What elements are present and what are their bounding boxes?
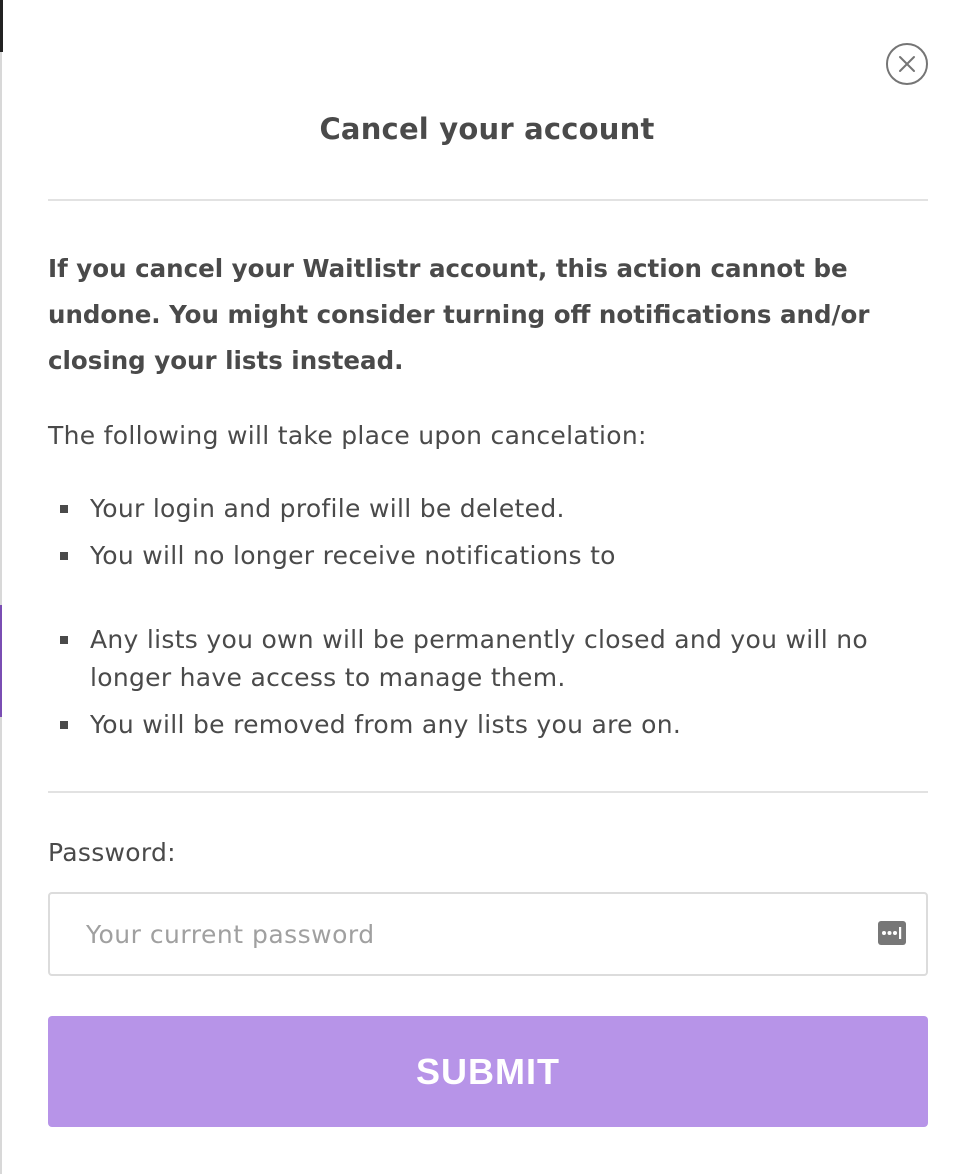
list-item-text: Your login and profile will be deleted.	[90, 494, 565, 523]
list-item-text: You will be removed from any lists you a…	[90, 710, 682, 739]
list-item: Any lists you own will be permanently cl…	[48, 621, 914, 697]
password-manager-icon[interactable]	[878, 919, 906, 947]
warning-text: If you cancel your Waitlistr account, th…	[48, 254, 870, 375]
bullet-icon	[60, 721, 68, 729]
close-icon	[899, 56, 915, 72]
password-input[interactable]	[50, 894, 926, 974]
bullet-icon	[60, 505, 68, 513]
list-item: Your login and profile will be deleted.	[48, 490, 914, 528]
password-field-wrapper	[48, 892, 928, 976]
modal-title: Cancel your account	[319, 112, 655, 146]
list-item: You will be removed from any lists you a…	[48, 706, 914, 744]
bullet-icon	[60, 636, 68, 644]
close-button[interactable]	[886, 43, 928, 85]
divider	[48, 199, 928, 201]
list-item-text: You will no longer receive notifications…	[90, 541, 616, 570]
bullet-icon	[60, 552, 68, 560]
divider	[48, 791, 928, 793]
password-label: Password:	[48, 838, 176, 867]
submit-button[interactable]: SUBMIT	[48, 1016, 928, 1127]
cancel-account-modal: Cancel your account If you cancel your W…	[0, 0, 974, 1174]
consequences-list: Your login and profile will be deleted. …	[48, 490, 914, 753]
intro-text: The following will take place upon cance…	[48, 421, 647, 450]
list-item: You will no longer receive notifications…	[48, 537, 914, 575]
list-item-text: Any lists you own will be permanently cl…	[90, 625, 868, 692]
